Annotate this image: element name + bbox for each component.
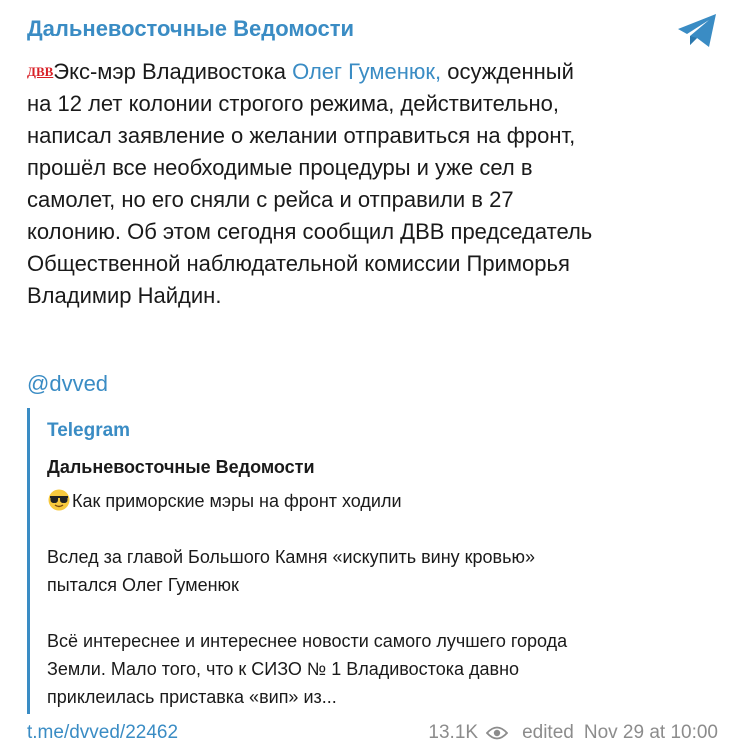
- preview-line: Земли. Мало того, что к СИЗО № 1 Владиво…: [47, 659, 520, 679]
- view-count: 13.1K: [428, 722, 479, 743]
- preview-site-name: Telegram: [47, 420, 131, 441]
- sunglasses-emoji-icon: [48, 489, 70, 511]
- preview-accent-bar: [27, 408, 30, 714]
- post-line: Владимир Найдин.: [27, 283, 222, 308]
- preview-line: приклеилась приставка «вип» из...: [47, 687, 337, 707]
- post-line: Общественной наблюдательной комиссии При…: [27, 251, 570, 276]
- telegram-plane-icon[interactable]: [676, 12, 720, 50]
- post-text: ДВВЭкс-мэр Владивостока Олег Гуменюк, ос…: [27, 56, 717, 312]
- preview-line: Как приморские мэры на фронт ходили: [47, 487, 715, 515]
- preview-line: Всё интереснее и интереснее новости само…: [47, 631, 568, 651]
- post-line: самолет, но его сняли с рейса и отправил…: [27, 187, 514, 212]
- preview-description: Как приморские мэры на фронт ходили Всле…: [47, 487, 715, 711]
- post-line: написал заявление о желании отправиться …: [27, 123, 576, 148]
- preview-title: Дальневосточные Ведомости: [47, 457, 315, 477]
- preview-line: Вслед за главой Большого Камня «искупить…: [47, 547, 535, 567]
- dvv-logo: ДВВ: [27, 64, 54, 79]
- post-permalink[interactable]: t.me/dvved/22462: [27, 722, 178, 744]
- edited-label: edited: [522, 722, 574, 743]
- post-line: ДВВЭкс-мэр Владивостока Олег Гуменюк, ос…: [27, 56, 717, 88]
- preview-line: пытался Олег Гуменюк: [47, 575, 239, 595]
- mention-link[interactable]: Олег Гуменюк,: [292, 59, 441, 84]
- channel-handle-link[interactable]: @dvved: [27, 371, 108, 397]
- post-date: Nov 29 at 10:00: [583, 722, 718, 743]
- post-line: колонию. Об этом сегодня сообщил ДВВ пре…: [27, 219, 593, 244]
- channel-title[interactable]: Дальневосточные Ведомости: [27, 16, 354, 42]
- eye-icon: [486, 726, 509, 740]
- post-line: прошёл все необходимые процедуры и уже с…: [27, 155, 533, 180]
- post-meta: 13.1K edited Nov 29 at 10:00: [428, 722, 718, 744]
- link-preview[interactable]: Telegram Дальневосточные Ведомости Как п…: [27, 404, 717, 716]
- post-line: на 12 лет колонии строгого режима, дейст…: [27, 91, 559, 116]
